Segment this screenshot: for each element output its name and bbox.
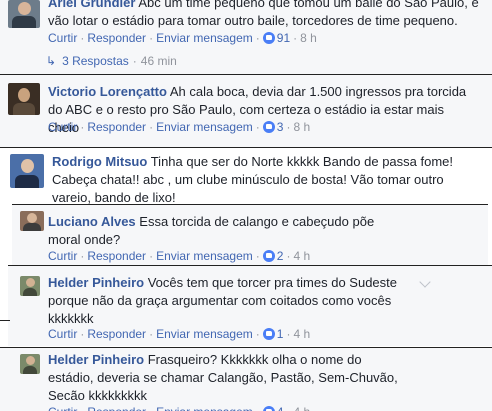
comment-text: Ariel Gründler Abc um time pequeno que t… (48, 0, 480, 30)
like-button[interactable]: Curtir (48, 249, 77, 263)
timestamp[interactable]: 4 h (293, 327, 310, 341)
send-message-button[interactable]: Enviar mensagem (156, 120, 253, 134)
comment-text: Helder Pinheiro Vocês tem que torcer pra… (48, 274, 403, 328)
comment-actions: Curtir·Responder·Enviar mensagem·4·4 h (48, 405, 310, 411)
author-name[interactable]: Helder Pinheiro (48, 352, 144, 367)
avatar[interactable] (20, 354, 40, 374)
comment-luciano: Luciano Alves Essa torcida de calango e … (12, 204, 488, 265)
comment-ariel: Ariel Gründler Abc um time pequeno que t… (0, 0, 492, 74)
comment-text: Helder Pinheiro Frasqueiro? Kkkkkkk olha… (48, 351, 403, 405)
comment-victorio: Victorio Lorençatto Ah cala boca, devia … (0, 74, 492, 148)
avatar[interactable] (20, 276, 40, 296)
reply-button[interactable]: Responder (87, 120, 146, 134)
timestamp[interactable]: 4 h (293, 249, 310, 263)
like-button[interactable]: Curtir (48, 405, 77, 411)
thumbs-up-icon (262, 32, 275, 44)
timestamp[interactable]: 8 h (293, 120, 310, 134)
timestamp[interactable]: 8 h (300, 31, 317, 45)
comment-text: Rodrigo Mitsuo Tinha que ser do Norte kk… (52, 153, 454, 204)
thumbs-up-icon (262, 406, 275, 411)
avatar[interactable] (10, 154, 44, 188)
reply-button[interactable]: Responder (87, 327, 146, 341)
send-message-button[interactable]: Enviar mensagem (156, 405, 253, 411)
like-button[interactable]: Curtir (48, 31, 77, 45)
avatar[interactable] (8, 83, 40, 115)
comment-actions: Curtir · Responder · Enviar mensagem · 1 · 4 h (48, 327, 311, 341)
send-message-button[interactable]: Enviar mensagem (156, 327, 253, 341)
comment-helder-2: Helder Pinheiro Frasqueiro? Kkkkkkk olha… (0, 347, 492, 411)
like-count[interactable]: 2 (277, 249, 284, 263)
chevron-down-icon[interactable] (419, 276, 431, 288)
thumbs-up-icon (262, 328, 275, 340)
like-count[interactable]: 4 (277, 405, 284, 411)
thumbs-up-icon (262, 250, 275, 262)
comment-actions: Curtir · Responder · Enviar mensagem · 91 · 8 h (48, 31, 317, 45)
author-name[interactable]: Ariel Gründler (48, 0, 135, 10)
like-count[interactable]: 91 (277, 31, 290, 45)
like-count[interactable]: 3 (277, 120, 284, 134)
avatar[interactable] (8, 0, 40, 28)
thumbs-up-icon (262, 121, 275, 133)
comment-text: Luciano Alves Essa torcida de calango e … (48, 213, 408, 249)
replies-link[interactable]: ↳ 3 Respostas · 46 min (46, 54, 177, 68)
reply-button[interactable]: Responder (87, 249, 146, 263)
comment-helder-1: Helder Pinheiro Vocês tem que torcer pra… (8, 265, 492, 346)
avatar[interactable] (20, 211, 44, 231)
comment-rodrigo: Rodrigo Mitsuo Tinha que ser do Norte kk… (0, 147, 492, 204)
send-message-button[interactable]: Enviar mensagem (156, 249, 253, 263)
reply-button[interactable]: Responder (87, 405, 146, 411)
author-name[interactable]: Luciano Alves (48, 214, 136, 229)
comment-actions: Curtir · Responder · Enviar mensagem · 3 · 8 h (48, 120, 311, 134)
reply-arrow-icon: ↳ (46, 54, 57, 68)
author-name[interactable]: Victorio Lorençatto (48, 84, 167, 99)
like-button[interactable]: Curtir (48, 327, 77, 341)
divider (0, 320, 10, 321)
send-message-button[interactable]: Enviar mensagem (156, 31, 253, 45)
like-count[interactable]: 1 (277, 327, 284, 341)
like-button[interactable]: Curtir (48, 120, 77, 134)
author-name[interactable]: Helder Pinheiro (48, 275, 144, 290)
author-name[interactable]: Rodrigo Mitsuo (52, 154, 147, 169)
reply-button[interactable]: Responder (87, 31, 146, 45)
comment-actions: Curtir · Responder · Enviar mensagem · 2 · 4 h (48, 249, 311, 263)
timestamp[interactable]: 4 h (293, 405, 310, 411)
